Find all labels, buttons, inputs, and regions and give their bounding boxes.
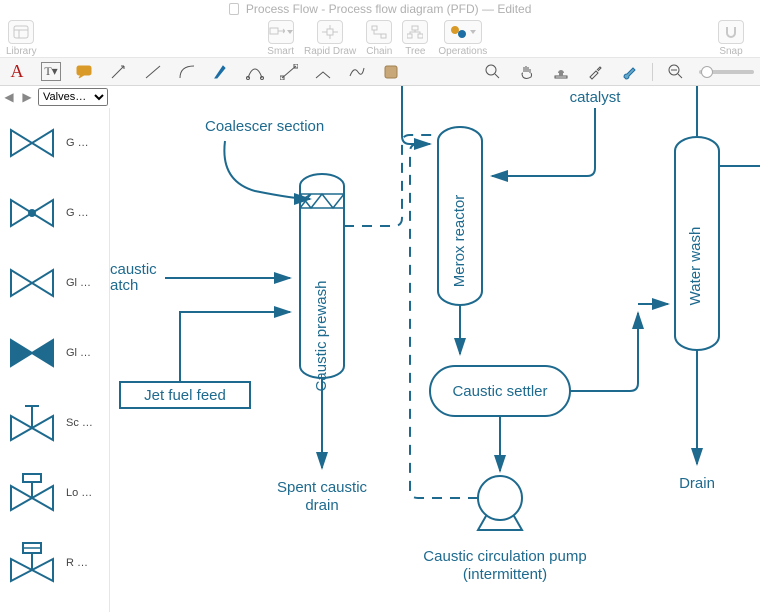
palette-item[interactable]: Gl … — [0, 248, 109, 318]
snap-label: Snap — [719, 46, 742, 57]
palette-label: Gl … — [66, 277, 91, 289]
valve-icon — [6, 120, 58, 166]
valve-box-icon — [6, 470, 58, 516]
brush-button[interactable] — [618, 61, 640, 83]
water-wash-label: Water wash — [687, 227, 704, 306]
coalescer-label: Coalescer section — [205, 118, 324, 135]
coalescer-arrow[interactable] — [224, 141, 310, 199]
document-icon — [229, 3, 239, 15]
comment-button[interactable] — [74, 61, 96, 83]
zoom-button[interactable] — [482, 61, 504, 83]
stamp-button[interactable] — [550, 61, 572, 83]
curve-tool[interactable] — [176, 61, 198, 83]
valve-stem-icon — [6, 400, 58, 446]
rapid-label: Rapid Draw — [304, 46, 356, 57]
catalyst-arrow[interactable] — [492, 108, 595, 176]
operations-group[interactable]: Operations — [438, 20, 487, 57]
operations-label: Operations — [438, 46, 487, 57]
palette-item[interactable]: G … — [0, 108, 109, 178]
text-style-button[interactable]: A — [6, 61, 28, 83]
spline-tool[interactable] — [346, 61, 368, 83]
spent-drain-label-1: Spent caustic — [277, 479, 368, 496]
chain-icon[interactable] — [366, 20, 392, 44]
palette-prev-button[interactable]: ◀ — [2, 89, 16, 105]
valve-outline-icon — [6, 260, 58, 306]
rapid-icon[interactable] — [317, 20, 343, 44]
palette-item[interactable]: G … — [0, 178, 109, 248]
palette-label: Gl … — [66, 347, 91, 359]
bezier-tool[interactable] — [244, 61, 266, 83]
palette-label: Lo … — [66, 487, 92, 499]
library-label: Library — [6, 46, 37, 57]
main-toolbar: Library Smart Rapid Draw Chain Tree Oper… — [0, 18, 760, 58]
operations-icon[interactable] — [444, 20, 482, 44]
format-toolbar: A T▾ — [0, 58, 760, 86]
valve-dot-icon — [6, 190, 58, 236]
library-group[interactable]: Library — [6, 20, 37, 57]
caustic-settler-label: Caustic settler — [452, 383, 547, 400]
caustic-batch-label-2: atch — [110, 277, 138, 294]
chain-group[interactable]: Chain — [366, 20, 392, 57]
palette-item[interactable]: R … — [0, 528, 109, 598]
drain-label: Drain — [679, 475, 715, 492]
palette-item[interactable]: Lo … — [0, 458, 109, 528]
doc-subtitle: Process flow diagram (PFD) — [329, 2, 479, 16]
window-titlebar: Process Flow - Process flow diagram (PFD… — [0, 0, 760, 18]
valve-solid-icon — [6, 330, 58, 376]
caustic-batch-label-1: caustic — [110, 261, 157, 278]
snap-group[interactable]: Snap — [718, 20, 744, 57]
tree-group[interactable]: Tree — [402, 20, 428, 57]
dashed-link-1[interactable] — [344, 135, 436, 226]
smart-group[interactable]: Smart — [267, 20, 294, 57]
snap-icon[interactable] — [718, 20, 744, 44]
pump-label-1: Caustic circulation pump — [423, 548, 586, 565]
textbox-button[interactable]: T▾ — [40, 61, 62, 83]
pan-button[interactable] — [516, 61, 538, 83]
merox-label: Merox reactor — [451, 195, 468, 288]
palette-dropdown[interactable]: Valves… — [38, 88, 108, 106]
valve-box2-icon — [6, 540, 58, 586]
connector-tool[interactable] — [312, 61, 334, 83]
pump-label-2: (intermittent) — [463, 566, 547, 583]
arrow-tool[interactable] — [108, 61, 130, 83]
shape-palette: G … G … Gl … Gl … Sc … Lo … R … — [0, 108, 110, 612]
jet-fuel-label: Jet fuel feed — [144, 387, 226, 404]
catalyst-label-2: catalyst — [570, 89, 622, 106]
pump-symbol[interactable] — [478, 476, 522, 520]
zoom-out-button[interactable] — [665, 61, 687, 83]
library-icon[interactable] — [8, 20, 34, 44]
palette-label: G … — [66, 137, 89, 149]
eyedropper-button[interactable] — [584, 61, 606, 83]
palette-item[interactable]: Sc … — [0, 388, 109, 458]
edit-points-tool[interactable] — [278, 61, 300, 83]
zoom-slider[interactable] — [699, 70, 754, 74]
settler-to-wash-arrow[interactable] — [570, 313, 638, 391]
palette-label: R … — [66, 557, 88, 569]
tree-label: Tree — [405, 46, 425, 57]
palette-item[interactable]: Gl … — [0, 318, 109, 388]
tree-icon[interactable] — [402, 20, 428, 44]
smart-label: Smart — [267, 46, 294, 57]
separator — [652, 63, 653, 81]
palette-label: Sc … — [66, 417, 93, 429]
pump-base[interactable] — [478, 516, 522, 530]
jet-fuel-arrow[interactable] — [180, 312, 290, 382]
palette-next-button[interactable]: ▶ — [20, 89, 34, 105]
palette-label: G … — [66, 207, 89, 219]
title-sep: - — [321, 2, 328, 16]
doc-title: Process Flow — [246, 2, 318, 16]
title-dash: — — [482, 2, 497, 16]
zoom-knob[interactable] — [701, 66, 713, 78]
pen-tool[interactable] — [210, 61, 232, 83]
smart-icon[interactable] — [268, 20, 294, 44]
palette-header: ◀ ▶ Valves… — [0, 86, 110, 108]
doc-status: Edited — [497, 2, 531, 16]
chain-label: Chain — [366, 46, 392, 57]
spent-drain-label-2: drain — [305, 497, 338, 514]
fill-tool[interactable] — [380, 61, 402, 83]
diagram-canvas[interactable]: Caustic prewash Coalescer section causti… — [110, 86, 760, 612]
line-tool[interactable] — [142, 61, 164, 83]
caustic-prewash-label: Caustic prewash — [313, 281, 330, 392]
rapid-group[interactable]: Rapid Draw — [304, 20, 356, 57]
